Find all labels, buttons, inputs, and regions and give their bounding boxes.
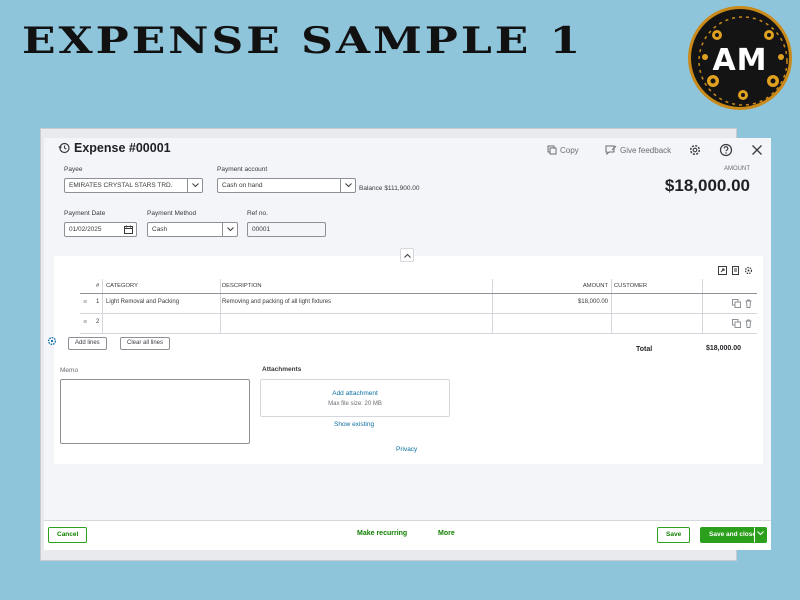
- chevron-down-icon[interactable]: [187, 179, 202, 192]
- privacy-link[interactable]: Privacy: [396, 446, 417, 453]
- payee-value: EMIRATES CRYSTAL STARS TRD.: [69, 182, 173, 189]
- page-title: Expense #00001: [58, 141, 171, 155]
- amount-value: $18,000.00: [664, 176, 750, 195]
- row-category[interactable]: [104, 314, 220, 333]
- ref-no-label: Ref no.: [247, 210, 268, 217]
- payment-account-field[interactable]: Cash on hand: [217, 178, 356, 193]
- give-feedback-button[interactable]: Give feedback: [605, 145, 671, 155]
- show-existing-link[interactable]: Show existing: [334, 421, 374, 428]
- table-row[interactable]: ≡ 1 Light Removal and Packing Removing a…: [80, 294, 757, 314]
- help-icon[interactable]: [719, 143, 733, 157]
- attachment-dropzone[interactable]: Add attachment Max file size: 20 MB: [260, 379, 450, 417]
- chevron-down-icon[interactable]: [222, 223, 237, 236]
- memo-field[interactable]: [60, 379, 250, 444]
- duplicate-row-icon[interactable]: [732, 299, 741, 308]
- line-items-panel: # CATEGORY DESCRIPTION AMOUNT CUSTOMER ≡…: [54, 256, 763, 464]
- col-amount-header: AMOUNT: [582, 283, 608, 289]
- payment-account-label: Payment account: [217, 166, 268, 173]
- calendar-icon[interactable]: [124, 225, 133, 234]
- feedback-label: Give feedback: [620, 145, 672, 155]
- chevron-down-icon[interactable]: [340, 179, 355, 192]
- collapse-header-button[interactable]: [400, 248, 414, 262]
- balance-label: Balance: [359, 185, 383, 192]
- row-category[interactable]: Light Removal and Packing: [104, 294, 220, 313]
- save-options-button[interactable]: [754, 527, 767, 543]
- feedback-icon: [605, 145, 617, 155]
- table-settings-icon[interactable]: [744, 266, 753, 275]
- col-description-header: DESCRIPTION: [222, 283, 262, 289]
- print-icon[interactable]: [731, 266, 740, 275]
- history-icon[interactable]: [58, 142, 70, 154]
- table-header-row: # CATEGORY DESCRIPTION AMOUNT CUSTOMER: [80, 279, 757, 294]
- col-customer-header: CUSTOMER: [614, 283, 648, 289]
- ref-no-field[interactable]: 00001: [247, 222, 326, 237]
- attachments-label: Attachments: [262, 366, 302, 373]
- total-label: Total: [636, 346, 653, 353]
- chevron-down-icon: [757, 531, 764, 536]
- row-customer[interactable]: [612, 314, 702, 333]
- payment-method-value: Cash: [152, 226, 168, 233]
- payment-date-value: 01/02/2025: [69, 226, 102, 233]
- row-amount[interactable]: [492, 314, 610, 333]
- balance-value: $111,900.00: [384, 185, 420, 192]
- max-file-size-text: Max file size: 20 MB: [328, 401, 382, 407]
- export-icon[interactable]: [718, 266, 727, 275]
- payee-field[interactable]: EMIRATES CRYSTAL STARS TRD.: [64, 178, 203, 193]
- row-amount[interactable]: $18,000.00: [492, 294, 610, 313]
- delete-row-icon[interactable]: [744, 299, 753, 308]
- row-description[interactable]: [220, 314, 492, 333]
- ref-no-value: 00001: [252, 226, 271, 233]
- save-button[interactable]: Save: [657, 527, 691, 543]
- row-description[interactable]: Removing and packing of all light fixtur…: [220, 294, 492, 313]
- payment-account-value: Cash on hand: [222, 182, 263, 189]
- add-lines-button[interactable]: Add lines: [68, 337, 107, 350]
- payee-label: Payee: [64, 166, 83, 173]
- more-link[interactable]: More: [438, 530, 455, 537]
- drag-handle-icon[interactable]: ≡: [83, 319, 90, 326]
- chevron-up-icon: [403, 253, 411, 258]
- amount-label: AMOUNT: [724, 166, 750, 172]
- banner-title: EXPENSE SAMPLE 1: [22, 20, 584, 62]
- balance-text: Balance $111,900.00: [359, 185, 420, 192]
- line-items-table: # CATEGORY DESCRIPTION AMOUNT CUSTOMER ≡…: [80, 279, 757, 334]
- close-icon[interactable]: [750, 143, 764, 157]
- drag-handle-icon[interactable]: ≡: [83, 299, 90, 306]
- memo-label: Memo: [60, 367, 79, 374]
- am-logo: AM: [688, 6, 792, 110]
- clear-all-lines-button[interactable]: Clear all lines: [120, 337, 171, 350]
- cancel-button[interactable]: Cancel: [48, 527, 88, 543]
- settings-gear-icon[interactable]: [688, 143, 702, 157]
- row-customer[interactable]: [612, 294, 702, 313]
- payment-method-field[interactable]: Cash: [147, 222, 238, 237]
- total-value: $18,000.00: [706, 345, 742, 352]
- make-recurring-link[interactable]: Make recurring: [357, 530, 407, 537]
- expense-window: Expense #00001 Copy Give feedback Payee …: [44, 138, 771, 550]
- footer-bar: Cancel Make recurring More Save Save and…: [44, 520, 771, 550]
- top-bar: Expense #00001 Copy Give feedback: [44, 138, 771, 162]
- add-attachment-link[interactable]: Add attachment: [261, 390, 449, 397]
- payment-date-field[interactable]: 01/02/2025: [64, 222, 137, 237]
- delete-row-icon[interactable]: [744, 319, 753, 328]
- copy-label: Copy: [560, 145, 579, 155]
- side-gear-icon[interactable]: [47, 336, 57, 346]
- logo-text: AM: [712, 43, 768, 78]
- copy-button[interactable]: Copy: [547, 145, 579, 155]
- payment-date-label: Payment Date: [64, 210, 106, 217]
- copy-icon: [547, 145, 557, 155]
- col-category-header: CATEGORY: [106, 283, 138, 289]
- payment-method-label: Payment Method: [147, 210, 197, 217]
- duplicate-row-icon[interactable]: [732, 319, 741, 328]
- page-title-text: Expense #00001: [74, 141, 171, 155]
- table-row[interactable]: ≡ 2: [80, 314, 757, 334]
